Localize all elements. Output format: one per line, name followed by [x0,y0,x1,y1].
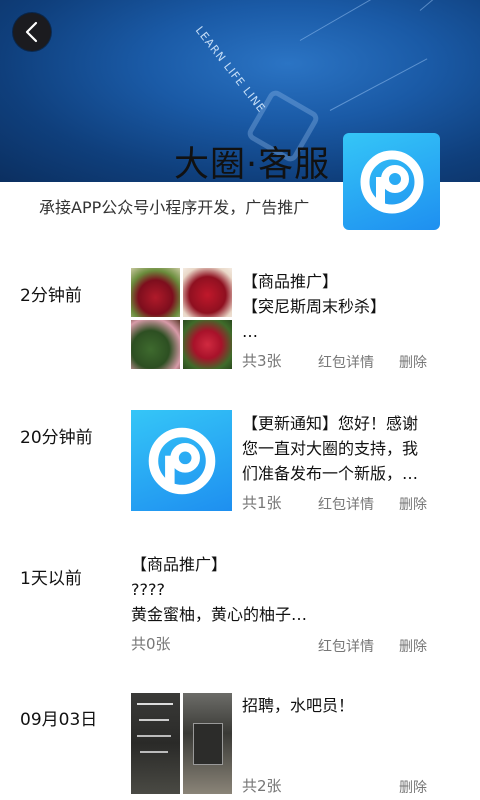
post-thumbnail-recruitment-photos[interactable] [131,693,232,794]
delete-link[interactable]: 删除 [399,494,427,514]
post-text-line: 【突尼斯周末秒杀】 [242,297,387,316]
post-text-line: 您一直对大圈的支持，我 [242,439,419,458]
post-text-line: 黄金蜜柚，黄心的柚子… [131,605,308,624]
chevron-left-icon [25,21,38,43]
post-text: 【商品推广】 ???? 黄金蜜柚，黄心的柚子… [131,552,431,627]
red-packet-detail-link[interactable]: 红包详情 [318,494,374,514]
post-text-line: … [242,322,258,341]
post-text: 招聘，水吧员！ [242,693,462,718]
delete-link[interactable]: 删除 [399,777,427,797]
banner-caption: LEARN LIFE LINE [192,24,269,116]
post-thumbnail-app-logo[interactable] [131,410,232,511]
chalk-text-mark [137,703,173,705]
recruitment-chalkboard-image [131,693,180,794]
post-text-line: 【更新通知】您好！感谢 [242,414,419,433]
pomegranate-image [131,268,180,317]
banner-decor-line [299,0,405,41]
chalk-text-mark [139,719,169,721]
post-text-line: ???? [131,580,165,599]
post-item[interactable]: 09月03日 招聘，水吧员！ 共2张 删除 [0,693,480,800]
back-button[interactable] [13,13,51,51]
pomegranate-image [183,320,232,369]
pomegranate-image [183,268,232,317]
post-text: 【商品推广】 【突尼斯周末秒杀】 … [242,269,462,344]
post-time: 20分钟前 [20,428,93,448]
image-count: 共3张 [242,352,282,370]
image-count: 共1张 [242,494,282,512]
app-logo [343,133,440,230]
page-subtitle: 承接APP公众号小程序开发，广告推广 [39,198,310,217]
recruitment-storefront-image [183,693,232,794]
post-time: 2分钟前 [20,286,82,306]
banner-decor-line [329,58,428,111]
banner-decor-line [419,0,467,11]
post-text-line: 【商品推广】 [131,555,228,574]
delete-link[interactable]: 删除 [399,352,427,372]
post-thumbnail-pomegranate-collage[interactable] [131,268,232,369]
pomegranate-image [131,320,180,369]
post-text: 【更新通知】您好！感谢 您一直对大圈的支持，我 们准备发布一个新版，… [242,411,467,486]
post-item[interactable]: 20分钟前 【更新通知】您好！感谢 您一直对大圈的支持，我 们准备发布一个新版，… [0,410,480,520]
app-logo-icon [360,150,423,213]
chalkboard-sign [193,723,223,765]
post-time: 09月03日 [20,710,98,730]
red-packet-detail-link[interactable]: 红包详情 [318,352,374,372]
chalk-text-mark [137,735,171,737]
post-time: 1天以前 [20,569,82,589]
chalk-text-mark [140,751,168,753]
post-text-line: 们准备发布一个新版，… [242,464,419,483]
post-item[interactable]: 1天以前 【商品推广】 ???? 黄金蜜柚，黄心的柚子… 共0张 红包详情 删除 [0,552,480,662]
delete-link[interactable]: 删除 [399,636,427,656]
red-packet-detail-link[interactable]: 红包详情 [318,636,374,656]
post-text-line: 招聘，水吧员！ [242,696,355,715]
post-text-line: 【商品推广】 [242,272,339,291]
image-count: 共2张 [242,777,282,795]
image-count: 共0张 [131,635,171,653]
post-item[interactable]: 2分钟前 【商品推广】 【突尼斯周末秒杀】 … 共3张 红包详情 删除 [0,268,480,378]
page-title: 大圈·客服 [174,145,331,185]
app-logo-icon [148,427,215,494]
